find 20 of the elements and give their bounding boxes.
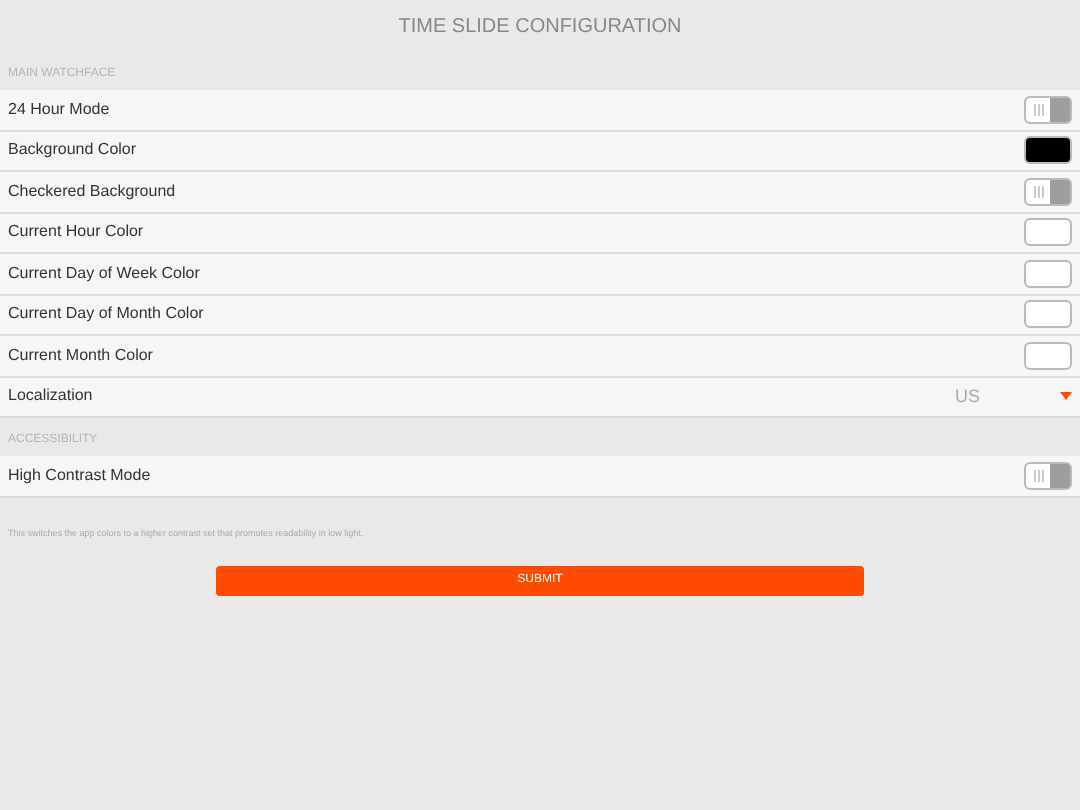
color-swatch[interactable]	[1024, 300, 1072, 329]
setting-label: Current Day of Month Color	[8, 302, 204, 327]
toggle-switch[interactable]	[1024, 95, 1072, 124]
color-swatch[interactable]	[1024, 136, 1072, 165]
color-swatch[interactable]	[1024, 341, 1072, 370]
page-title: TIME SLIDE CONFIGURATION	[398, 13, 682, 41]
setting-label: Localization	[8, 384, 93, 409]
setting-label: High Contrast Mode	[8, 463, 151, 488]
setting-label: Checkered Background	[8, 179, 176, 204]
color-swatch[interactable]	[1024, 259, 1072, 288]
setting-label: Current Month Color	[8, 343, 153, 368]
toggle-switch[interactable]	[1024, 461, 1072, 490]
dropdown-caret-icon[interactable]	[1060, 392, 1072, 401]
setting-label: Current Day of Week Color	[8, 261, 200, 286]
setting-label: 24 Hour Mode	[8, 97, 110, 122]
select-value[interactable]: US	[954, 383, 980, 410]
setting-label: Background Color	[8, 138, 137, 163]
setting-label: Current Hour Color	[8, 220, 144, 245]
color-swatch[interactable]	[1024, 218, 1072, 247]
toggle-switch[interactable]	[1024, 177, 1072, 206]
